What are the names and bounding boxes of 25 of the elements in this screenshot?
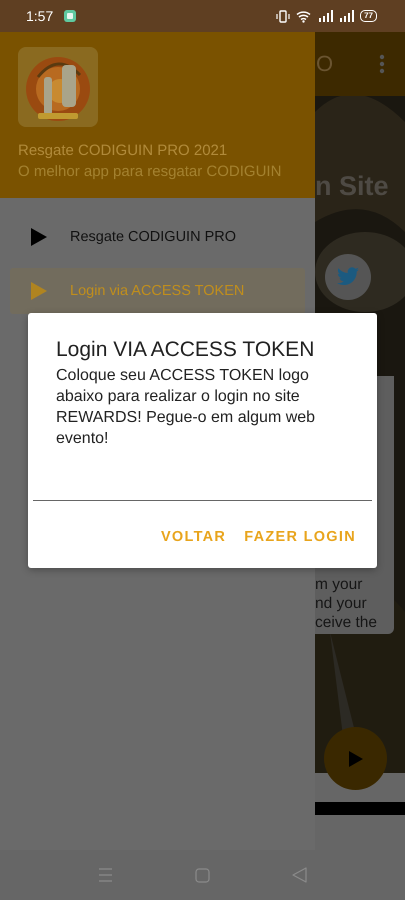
drawer-title: Resgate CODIGUIN PRO 2021 [18, 141, 228, 161]
status-time: 1:57 [26, 8, 54, 24]
wifi-icon [296, 10, 312, 22]
dialog-button[interactable]: VOLTAR [152, 521, 234, 553]
drawer-item[interactable]: Login via ACCESS TOKEN [10, 268, 305, 314]
more-options-icon[interactable] [379, 54, 385, 74]
card-text: ceive the [315, 613, 378, 632]
app-notification-icon [63, 9, 78, 23]
dialog-title: Login VIA ACCESS TOKEN [55, 337, 316, 363]
dialog-button[interactable]: FAZER LOGIN [236, 521, 364, 553]
play-icon [30, 281, 48, 301]
bird-icon [336, 267, 360, 287]
vibrate-icon [276, 10, 290, 22]
back-icon[interactable] [292, 867, 307, 883]
signal-icon [339, 10, 354, 22]
card-text: nd your [315, 594, 368, 613]
dialog-message: Coloque seu ACCESS TOKEN logo abaixo para realizar o login no site REWARDS! Pegue-o em algum web evento! [55, 366, 316, 449]
play-icon [30, 227, 48, 247]
play-icon [348, 750, 364, 768]
menu-icon[interactable] [98, 868, 113, 882]
signal-icon [318, 10, 334, 22]
battery-level: 77 [360, 10, 377, 22]
card-text: m your [315, 575, 364, 594]
home-icon[interactable] [195, 868, 210, 882]
drawer-item[interactable]: Resgate CODIGUIN PRO [10, 214, 305, 260]
